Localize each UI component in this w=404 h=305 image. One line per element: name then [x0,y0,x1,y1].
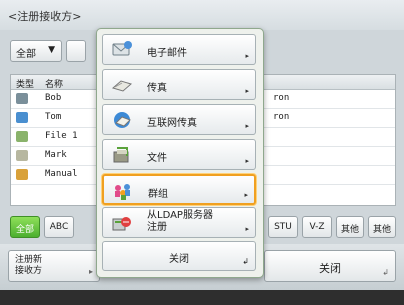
filter-abc-button[interactable]: ABC [44,216,74,238]
register-new-label: 注册新 接收方 [15,255,43,276]
menu-item-label: 电子邮件 [147,48,187,59]
filter-all-button[interactable]: 全部 [10,216,40,238]
recipient-name: Tom [45,112,62,122]
internet-fax-icon [114,112,131,128]
menu-close-button[interactable]: 关闭 ↲ [102,241,256,271]
type-dropdown-value: 全部 [16,49,36,60]
enter-icon: ↲ [242,257,249,266]
menu-item-file[interactable]: 文件 ▸ [102,139,256,170]
search-button[interactable] [66,40,86,62]
chevron-right-icon: ▸ [88,267,93,276]
menu-item-label: 传真 [147,83,167,94]
type-dropdown[interactable]: 全部 ▼ [10,40,62,62]
group-icon [115,184,130,200]
chevron-right-icon: ▸ [245,87,249,95]
chevron-right-icon: ▸ [245,122,249,130]
email-icon [16,93,28,104]
internet-fax-icon [16,112,28,123]
screen-bezel [0,290,404,305]
chevron-right-icon: ▸ [245,157,249,165]
menu-item-group[interactable]: 群组 ▸ [102,174,256,205]
register-new-recipient-button[interactable]: 注册新 接收方 ▸ [8,250,100,282]
chevron-down-icon: ▼ [48,45,55,55]
menu-item-label: 互联网传真 [147,118,197,129]
menu-item-label: 群组 [148,189,168,200]
menu-item-register-from-ldap[interactable]: 从LDAP服务器 注册 ▸ [102,207,256,238]
column-name: 名称 [45,80,64,90]
filter-vz-button[interactable]: V-Z [302,216,332,238]
menu-item-label: 从LDAP服务器 注册 [147,210,213,233]
menu-item-email[interactable]: 电子邮件 ▸ [102,34,256,65]
column-type: 类型 [16,80,35,90]
recipient-address: ron [273,93,290,103]
filter-stu-button[interactable]: STU [268,216,298,238]
register-type-menu: 电子邮件 ▸ 传真 ▸ 互联网传真 ▸ 文件 ▸ 群组 ▸ 从LDAP服务器 注… [96,28,264,278]
chevron-right-icon: ▸ [244,191,248,199]
recipient-address: ron [273,112,290,122]
chevron-right-icon: ▸ [245,225,249,233]
fax-icon [111,80,133,92]
chevron-right-icon: ▸ [245,52,249,60]
title-bar: <注册接收方> [0,0,404,30]
email-icon [112,41,132,56]
page-title: <注册接收方> [8,10,82,23]
fax-icon [16,150,28,161]
filter-other-button-2[interactable]: 其他 [368,216,396,238]
enter-icon: ↲ [382,268,389,277]
filter-other-button[interactable]: 其他 [336,216,364,238]
close-button[interactable]: 关闭 ↲ [264,250,396,282]
menu-item-label: 文件 [147,153,167,164]
file-icon [113,147,129,163]
recipient-name: File 1 [45,131,78,141]
recipient-name: Bob [45,93,62,103]
recipient-name: Manual [45,169,78,179]
menu-item-internet-fax[interactable]: 互联网传真 ▸ [102,104,256,135]
ldap-server-icon [112,217,131,231]
group-icon [16,169,28,180]
menu-close-label: 关闭 [169,254,189,265]
menu-item-fax[interactable]: 传真 ▸ [102,69,256,100]
file-icon [16,131,28,142]
close-label: 关闭 [319,262,341,275]
recipient-name: Mark [45,150,67,160]
